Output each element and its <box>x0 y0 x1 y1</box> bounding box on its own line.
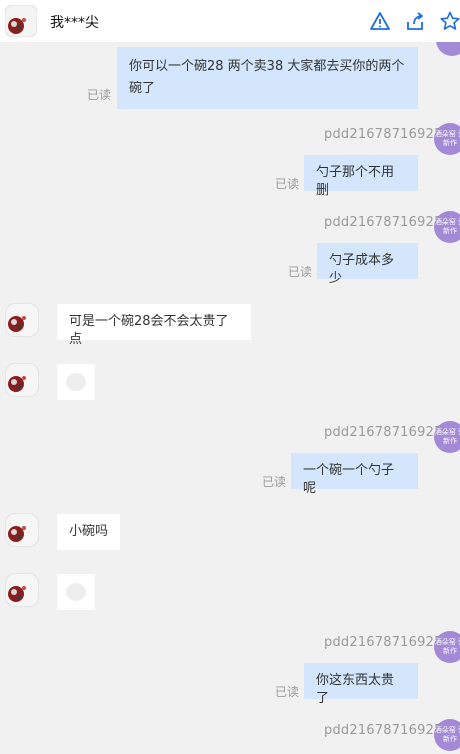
message-bubble-sent[interactable]: 你这东西太贵了 <box>304 663 418 706</box>
image-placeholder <box>66 583 86 601</box>
customer-avatar[interactable] <box>6 514 38 546</box>
chat-window: 我***尖 已读 你可以一个碗28 两个卖38 大家都去买你的两个碗了 pdd2 <box>0 0 460 754</box>
message-bubble-received[interactable]: 可是一个碗28会不会太贵了点 <box>57 304 251 347</box>
shop-avatar-text: 酒朵窑 瓷新作 <box>434 638 460 655</box>
shop-avatar-text: 酒朵窑 瓷新作 <box>434 218 460 235</box>
read-status: 已读 <box>275 177 300 191</box>
customer-avatar[interactable] <box>6 364 38 396</box>
image-placeholder <box>66 373 86 391</box>
share-icon[interactable] <box>404 10 426 32</box>
sender-username: pdd21678716925 <box>324 215 443 230</box>
read-status: 已读 <box>275 685 300 699</box>
sender-username: pdd21678716925 <box>324 127 443 142</box>
shop-avatar-text: 酒朵窑 瓷新作 <box>434 130 460 147</box>
read-status: 已读 <box>262 475 287 489</box>
sender-username: pdd21678716925 <box>324 723 443 738</box>
read-status: 已读 <box>87 88 112 102</box>
message-bubble-sent[interactable]: 你可以一个碗28 两个卖38 大家都去买你的两个碗了 <box>117 47 418 109</box>
sender-username: pdd21678716925 <box>324 425 443 440</box>
contact-name: 我***尖 <box>50 15 99 31</box>
read-status: 已读 <box>288 265 313 279</box>
shop-avatar-text: 酒朵窑 瓷新作 <box>434 428 460 445</box>
shop-avatar: 酒朵窑 瓷新作 <box>434 123 460 155</box>
chat-header: 我***尖 <box>0 0 460 42</box>
image-message[interactable] <box>57 364 95 400</box>
message-bubble-sent[interactable]: 一个碗一个勺子呢 <box>291 453 418 496</box>
star-icon[interactable] <box>439 10 460 32</box>
customer-avatar[interactable] <box>6 574 38 606</box>
shop-avatar: 酒朵窑 瓷新作 <box>434 631 460 663</box>
shop-avatar: 酒朵窑 瓷新作 <box>434 211 460 243</box>
message-bubble-sent[interactable]: 勺子成本多少 <box>317 243 418 286</box>
sender-username: pdd21678716925 <box>324 635 443 650</box>
customer-avatar[interactable] <box>6 304 38 336</box>
message-bubble-sent[interactable]: 勺子那个不用删 <box>304 155 418 198</box>
contact-avatar[interactable] <box>4 4 38 38</box>
shop-avatar-text: 酒朵窑 瓷新作 <box>434 726 460 743</box>
image-message[interactable] <box>57 574 95 610</box>
warning-icon[interactable] <box>369 10 391 32</box>
shop-avatar: 酒朵窑 瓷新作 <box>434 719 460 751</box>
message-bubble-received[interactable]: 小碗吗 <box>57 514 120 550</box>
shop-avatar: 酒朵窑 瓷新作 <box>434 421 460 453</box>
